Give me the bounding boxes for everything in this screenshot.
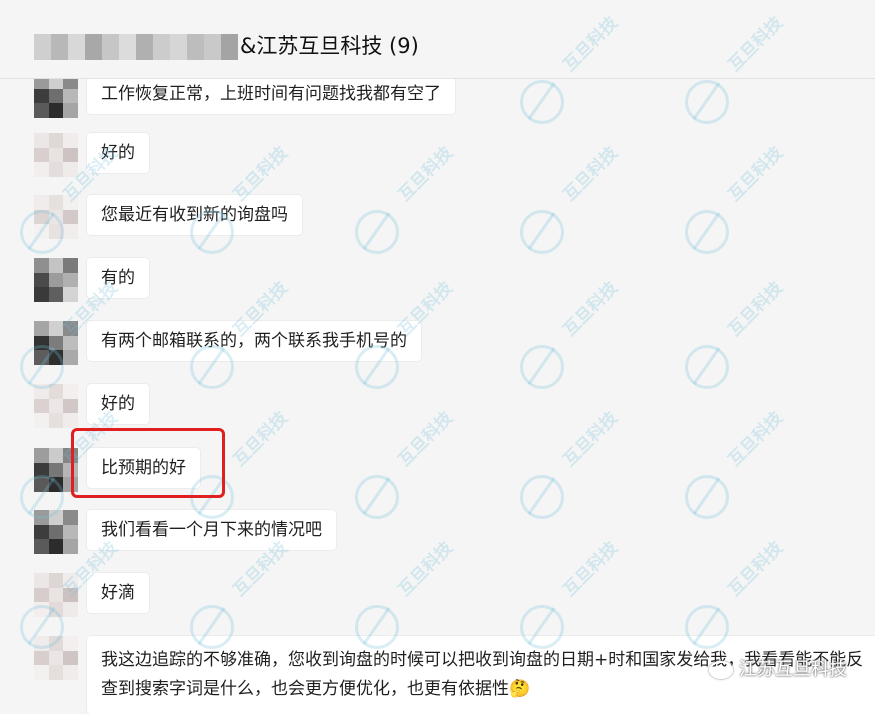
avatar[interactable] xyxy=(34,258,78,302)
message-bubble: 好滴 xyxy=(87,573,149,613)
message-bubble: 有两个邮箱联系的，两个联系我手机号的 xyxy=(87,321,421,361)
message-bubble: 我们看看一个月下来的情况吧 xyxy=(87,510,336,550)
avatar[interactable] xyxy=(34,510,78,554)
blurred-contact-name xyxy=(34,34,238,60)
wechat-icon xyxy=(709,661,733,679)
message-bubble: 工作恢复正常，上班时间有问题找我都有空了 xyxy=(87,74,455,114)
chat-header: &江苏互旦科技 (9) xyxy=(0,0,875,79)
avatar[interactable] xyxy=(34,321,78,365)
chat-area: 工作恢复正常，上班时间有问题找我都有空了 好的 您最近有收到新的询盘吗 有的 有… xyxy=(0,0,875,714)
avatar[interactable] xyxy=(34,74,78,118)
message-bubble: 好的 xyxy=(87,133,149,173)
avatar[interactable] xyxy=(34,573,78,617)
message-bubble: 有的 xyxy=(87,258,149,298)
footer-brand-text: 江苏互旦科技 xyxy=(739,659,847,680)
avatar[interactable] xyxy=(34,384,78,428)
avatar[interactable] xyxy=(34,636,78,680)
avatar[interactable] xyxy=(34,195,78,239)
footer-brand-mark: 江苏互旦科技 xyxy=(709,655,847,681)
message-bubble: 好的 xyxy=(87,384,149,424)
message-bubble: 您最近有收到新的询盘吗 xyxy=(87,195,302,235)
avatar[interactable] xyxy=(34,133,78,177)
highlight-box xyxy=(71,428,225,498)
chat-title: &江苏互旦科技 (9) xyxy=(240,34,419,58)
